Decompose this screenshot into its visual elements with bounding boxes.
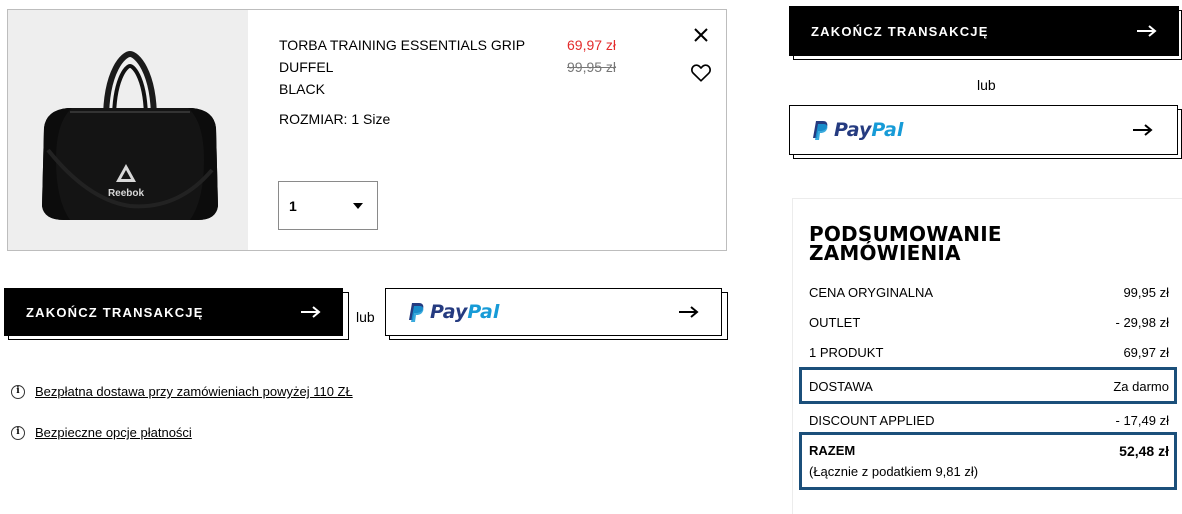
secure-payment-info: i Bezpieczne opcje płatności <box>11 425 192 440</box>
close-icon <box>694 28 708 42</box>
chevron-down-icon <box>353 202 363 209</box>
summary-row-value: 69,97 zł <box>1123 345 1169 360</box>
order-summary: PODSUMOWANIE ZAMÓWIENIA CENA ORYGINALNA … <box>792 198 1182 514</box>
arrow-right-icon <box>679 306 699 318</box>
summary-row-label: OUTLET <box>809 315 861 330</box>
product-name[interactable]: TORBA TRAINING ESSENTIALS GRIP DUFFEL BL… <box>279 34 549 100</box>
original-price: 99,95 zł <box>567 59 617 75</box>
arrow-right-icon <box>1133 124 1153 136</box>
wishlist-button[interactable] <box>690 62 712 84</box>
total-highlight-box <box>799 432 1177 490</box>
paypal-button-wrapper-left: PayPal <box>385 288 728 340</box>
paypal-logo: PayPal <box>812 119 903 141</box>
info-icon: i <box>11 384 25 399</box>
remove-item-button[interactable] <box>692 26 710 44</box>
paypal-logo: PayPal <box>408 301 499 323</box>
free-shipping-link[interactable]: Bezpłatna dostawa przy zamówieniach powy… <box>35 384 353 399</box>
summary-title: PODSUMOWANIE ZAMÓWIENIA <box>809 224 1069 265</box>
paypal-icon <box>813 120 828 140</box>
summary-row-discount: DISCOUNT APPLIED - 17,49 zł <box>809 413 1169 428</box>
checkout-button-wrapper-right: ZAKOŃCZ TRANSAKCJĘ <box>789 6 1182 60</box>
summary-row-value: Za darmo <box>1113 379 1169 394</box>
brand-logo-text: Reebok <box>108 188 145 199</box>
paypal-pal-text: Pal <box>467 301 500 323</box>
product-name-line-1: TORBA TRAINING ESSENTIALS GRIP <box>279 37 526 53</box>
duffel-bag-image: Reebok <box>8 10 248 250</box>
product-image[interactable]: Reebok <box>8 10 248 250</box>
paypal-button-wrapper-right: PayPal <box>789 105 1182 159</box>
total-label: RAZEM <box>809 443 856 458</box>
heart-icon <box>691 64 711 82</box>
summary-row-value: 99,95 zł <box>1123 285 1169 300</box>
arrow-right-icon <box>1137 25 1157 37</box>
sale-price: 69,97 zł <box>567 37 617 53</box>
paypal-pal-text: Pal <box>871 119 904 141</box>
paypal-button[interactable]: PayPal <box>385 288 722 336</box>
cart-item-card: Reebok TORBA TRAINING ESSENTIALS GRIP DU… <box>7 9 727 251</box>
tax-note: (Łącznie z podatkiem 9,81 zł) <box>809 464 979 479</box>
checkout-button[interactable]: ZAKOŃCZ TRANSAKCJĘ <box>4 288 343 336</box>
secure-payment-link[interactable]: Bezpieczne opcje płatności <box>35 425 192 440</box>
summary-row-outlet: OUTLET - 29,98 zł <box>809 315 1169 330</box>
checkout-button-label: ZAKOŃCZ TRANSAKCJĘ <box>811 23 989 39</box>
paypal-button-right[interactable]: PayPal <box>789 105 1178 155</box>
checkout-button-label: ZAKOŃCZ TRANSAKCJĘ <box>26 304 204 320</box>
total-value: 52,48 zł <box>1119 443 1169 459</box>
size-label: ROZMIAR: 1 Size <box>279 111 391 127</box>
product-name-line-2: DUFFEL <box>279 59 334 75</box>
free-shipping-info: i Bezpłatna dostawa przy zamówieniach po… <box>11 384 353 399</box>
summary-row-value: - 29,98 zł <box>1115 315 1169 330</box>
quantity-value: 1 <box>289 197 297 214</box>
info-icon: i <box>11 425 25 440</box>
or-label: lub <box>356 309 375 325</box>
quantity-select[interactable]: 1 <box>278 181 378 230</box>
summary-title-line-2: ZAMÓWIENIA <box>809 241 961 265</box>
summary-row-label: CENA ORYGINALNA <box>809 285 934 300</box>
paypal-pay-text: Pay <box>430 301 468 323</box>
summary-row-label: DISCOUNT APPLIED <box>809 413 935 428</box>
paypal-icon <box>409 302 424 322</box>
arrow-right-icon <box>301 306 321 318</box>
checkout-button-right[interactable]: ZAKOŃCZ TRANSAKCJĘ <box>789 6 1179 56</box>
checkout-button-wrapper-left: ZAKOŃCZ TRANSAKCJĘ <box>4 288 349 340</box>
or-label-right: lub <box>977 77 996 93</box>
product-color: BLACK <box>279 81 325 97</box>
summary-row-label: DOSTAWA <box>809 379 873 394</box>
paypal-pay-text: Pay <box>834 119 872 141</box>
summary-row-label: 1 PRODUKT <box>809 345 884 360</box>
summary-row-value: - 17,49 zł <box>1115 413 1169 428</box>
summary-row-delivery: DOSTAWA Za darmo <box>809 379 1169 394</box>
summary-row-original-price: CENA ORYGINALNA 99,95 zł <box>809 285 1169 300</box>
summary-row-products: 1 PRODUKT 69,97 zł <box>809 345 1169 360</box>
